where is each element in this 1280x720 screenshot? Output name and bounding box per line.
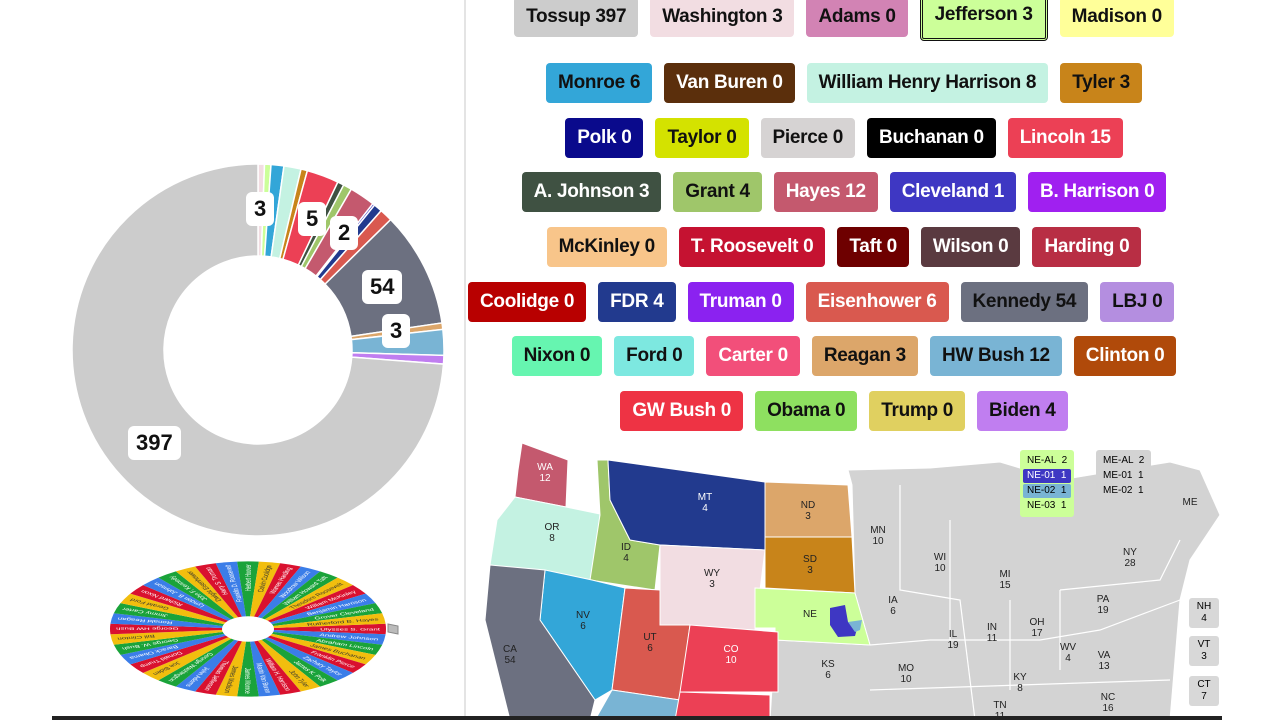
state-mt[interactable] [607,459,766,551]
state-ev: 3 [805,511,811,522]
electoral-map[interactable]: WA12OR8ID4MT4 ND3SD3WY3NENV6CA54UT6 CO10MN… [0,0,1280,720]
state-abbr: IL [949,629,958,640]
state-box-ct[interactable]: CT 7 [1189,676,1219,706]
state-abbr: KS [821,659,835,670]
me-district-legend: ME-AL 2 ME-01 1 ME-02 1 [1096,450,1152,502]
state-abbr: WA [537,462,553,473]
state-ev: 10 [725,655,737,666]
state-ev: 6 [825,670,831,681]
state-abbr: ND [801,500,815,511]
state-ev: 3 [709,579,715,590]
ne-district-legend: NE-AL 2 NE-01 1 NE-02 1 NE-03 1 [1020,450,1075,517]
state-abbr: ID [621,542,631,553]
state-ev: 19 [1097,605,1109,616]
state-ev: 3 [807,565,813,576]
state-abbr: WI [934,552,946,563]
state-ev: 4 [1201,613,1207,624]
state-abbr: MN [870,525,886,536]
state-abbr: CA [503,644,517,655]
state-ev: 8 [1017,683,1023,694]
bottom-bar [52,716,1222,720]
state-ev: 4 [702,503,708,514]
district-item[interactable]: NE-01 1 [1023,469,1072,483]
state-abbr: MT [698,492,712,503]
state-abbr: NC [1101,692,1115,703]
district-item[interactable]: ME-02 1 [1099,484,1148,498]
state-ev: 16 [1102,703,1114,714]
district-item[interactable]: NE-AL 2 [1023,454,1072,468]
state-abbr: WV [1060,642,1076,653]
district-item[interactable]: ME-01 1 [1099,469,1148,483]
state-abbr: MO [898,663,914,674]
state-abbr: VA [1098,650,1111,661]
state-ev: 8 [549,533,555,544]
state-ev: 28 [1124,558,1136,569]
state-abbr: NH [1196,601,1212,612]
state-abbr: IA [888,595,898,606]
state-abbr: WY [704,568,720,579]
state-ev: 4 [623,553,629,564]
state-abbr: NE [803,609,817,620]
state-abbr: MI [999,569,1010,580]
state-ev: 10 [872,536,884,547]
state-ev: 17 [1031,628,1043,639]
state-ev: 6 [580,621,586,632]
state-abbr: NY [1123,547,1137,558]
state-abbr: OR [545,522,560,533]
district-item[interactable]: NE-02 1 [1023,484,1072,498]
state-abbr: VT [1197,639,1211,650]
district-item[interactable]: NE-03 1 [1023,499,1072,513]
state-ev: 6 [647,643,653,654]
state-ev: 54 [504,655,516,666]
state-abbr: OH [1030,617,1045,628]
state-abbr: UT [643,632,656,643]
state-ev: 6 [890,606,896,617]
state-abbr: NV [576,610,590,621]
state-ev: 15 [999,580,1011,591]
state-ev: 7 [1201,691,1207,702]
state-ev: 3 [1201,651,1207,662]
state-ev: 10 [934,563,946,574]
state-abbr: SD [803,554,817,565]
state-ev: 13 [1098,661,1110,672]
state-abbr: IN [987,622,997,633]
state-abbr: CT [1197,679,1211,690]
state-ev: 4 [1065,653,1071,664]
district-item[interactable]: ME-AL 2 [1099,454,1148,468]
state-ev: 11 [987,633,998,644]
state-box-nh[interactable]: NH 4 [1189,598,1219,628]
state-abbr: TN [993,700,1006,711]
state-box-vt[interactable]: VT 3 [1189,636,1219,666]
state-abbr: CO [724,644,739,655]
state-abbr: KY [1013,672,1027,683]
state-abbr: PA [1097,594,1110,605]
state-ev: 12 [539,473,551,484]
state-ev: 10 [900,674,912,685]
state-abbr: ME [1183,497,1198,508]
state-ev: 19 [947,640,959,651]
